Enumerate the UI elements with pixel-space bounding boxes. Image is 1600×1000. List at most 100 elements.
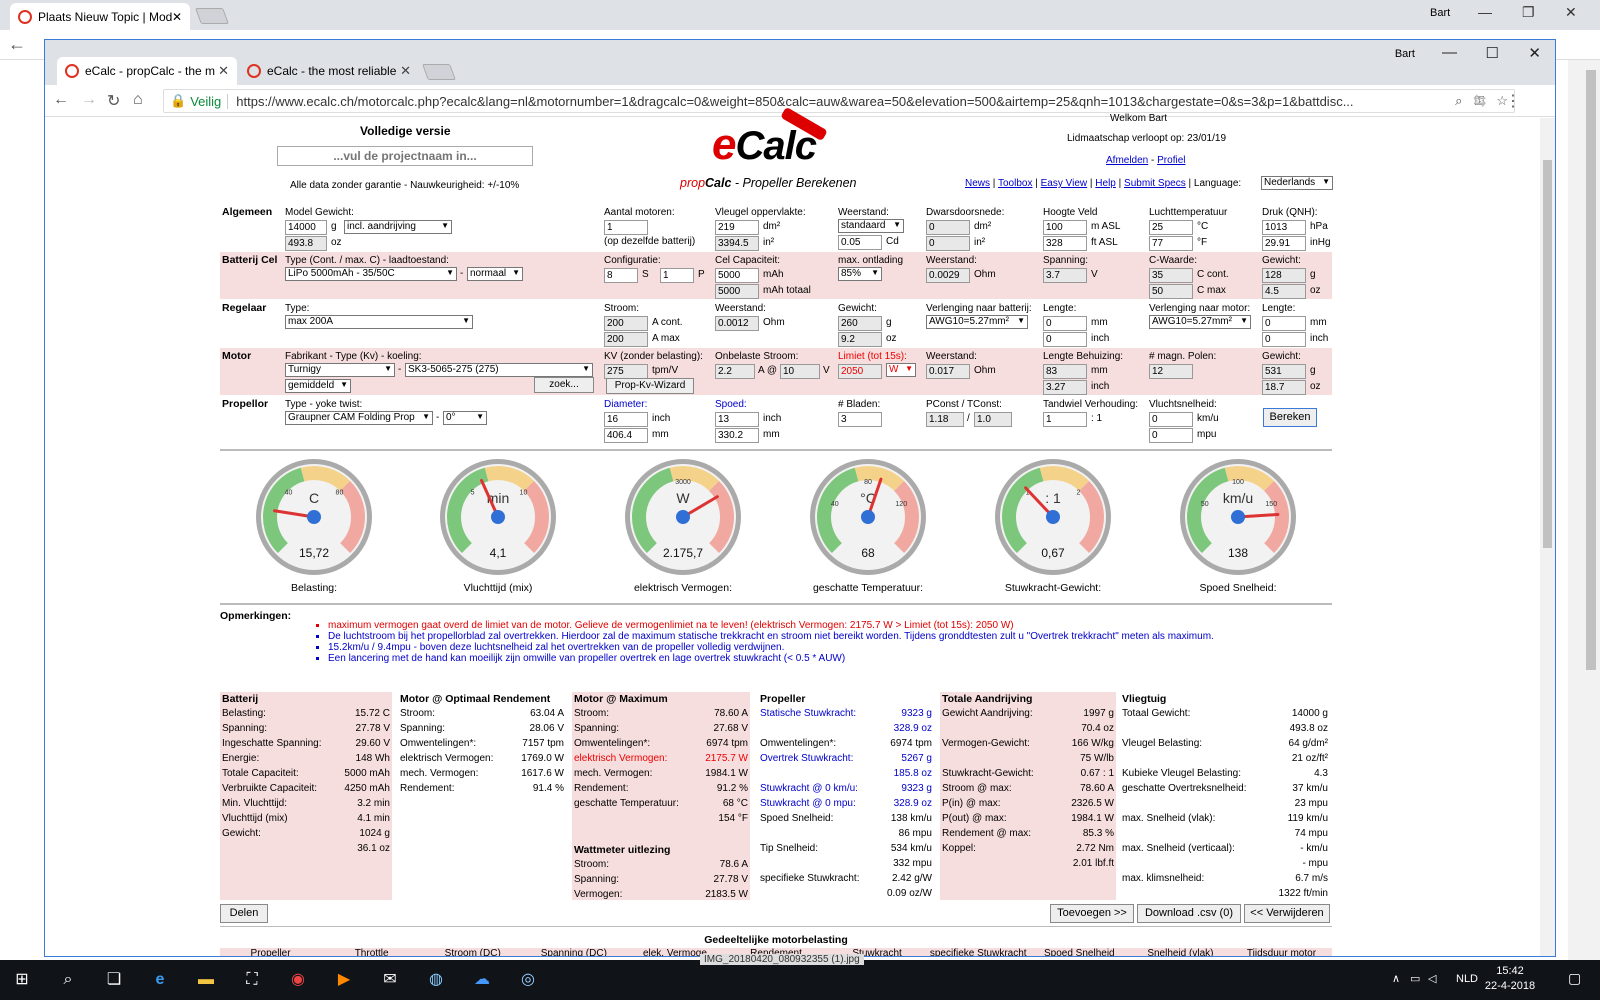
pconst-input[interactable] xyxy=(926,412,964,427)
close-window-icon[interactable]: ✕ xyxy=(1565,4,1577,21)
prop-kv-wizard-button[interactable]: Prop-Kv-Wizard xyxy=(606,378,694,394)
volume-icon[interactable]: ◁ xyxy=(1428,972,1436,985)
edge-icon[interactable]: e xyxy=(148,968,172,992)
clock-time[interactable]: 15:42 xyxy=(1490,965,1530,977)
notifications-icon[interactable]: ▢ xyxy=(1568,970,1581,987)
outer-user-name[interactable]: Bart xyxy=(1430,7,1450,19)
chrome-icon[interactable]: ◉ xyxy=(286,968,310,992)
c-cont-input[interactable] xyxy=(1149,268,1193,283)
zoom-icon[interactable]: ⌕ xyxy=(1455,93,1462,109)
esc-weight-oz[interactable] xyxy=(838,332,882,347)
task-view-icon[interactable]: ❏ xyxy=(102,968,126,992)
pitch-mm-input[interactable] xyxy=(715,428,759,443)
temperature-input[interactable] xyxy=(1149,220,1193,235)
language-select[interactable]: Nederlands xyxy=(1261,176,1333,190)
new-tab-button[interactable] xyxy=(195,8,229,24)
case-length-input[interactable] xyxy=(1043,364,1087,379)
clock-date[interactable]: 22-4-2018 xyxy=(1484,980,1536,992)
extension-icon[interactable]: ⇆ xyxy=(1473,91,1486,111)
close-tab-icon[interactable]: ✕ xyxy=(400,63,411,79)
logout-link[interactable]: Afmelden xyxy=(1106,155,1148,166)
back-arrow-icon[interactable]: ← xyxy=(8,34,26,55)
url-text[interactable]: https://www.ecalc.ch/motorcalc.php?ecalc… xyxy=(236,94,1449,109)
prop-type-select[interactable]: Graupner CAM Folding Prop xyxy=(285,411,433,425)
gear-input[interactable] xyxy=(1043,412,1087,427)
model-weight-oz[interactable] xyxy=(285,236,327,251)
home-icon[interactable]: ⌂ xyxy=(133,91,143,109)
batt-length-in-input[interactable] xyxy=(1043,332,1087,347)
profile-name[interactable]: Bart xyxy=(1395,48,1415,60)
motor-extension-select[interactable]: AWG10=5.27mm² xyxy=(1149,315,1251,329)
tab-ecalc-reliable[interactable]: eCalc - the most reliable ✕ xyxy=(239,57,419,85)
outer-scroll-thumb[interactable] xyxy=(1586,70,1596,670)
network-icon[interactable]: ▭ xyxy=(1410,972,1420,985)
charge-state-select[interactable]: normaal xyxy=(467,267,523,281)
media-player-icon[interactable]: ▶ xyxy=(332,968,356,992)
cross-in-input[interactable] xyxy=(926,236,970,251)
maximize-icon[interactable]: ❐ xyxy=(1522,4,1535,21)
motor-model-select[interactable]: SK3-5065-275 (275) xyxy=(405,363,593,377)
menu-icon[interactable]: ⋮ xyxy=(1505,91,1521,111)
project-name-input[interactable] xyxy=(277,146,533,166)
file-explorer-icon[interactable]: ▬ xyxy=(194,968,218,992)
back-arrow-icon[interactable]: ← xyxy=(53,91,69,109)
esc-max-input[interactable] xyxy=(604,332,648,347)
add-button[interactable]: Toevoegen >> xyxy=(1050,904,1134,923)
store-icon[interactable]: ⛶ xyxy=(240,968,264,992)
mail-icon[interactable]: ✉ xyxy=(378,968,402,992)
cells-s-input[interactable] xyxy=(604,268,638,283)
limit-input[interactable] xyxy=(838,364,882,379)
download-csv-button[interactable]: Download .csv (0) xyxy=(1137,904,1241,923)
diameter-input[interactable] xyxy=(604,412,648,427)
weight-mode-select[interactable]: incl. aandrijving xyxy=(344,220,452,234)
new-tab-button[interactable] xyxy=(422,64,456,80)
discharge-select[interactable]: 85% xyxy=(838,267,882,281)
motors-input[interactable] xyxy=(604,220,648,235)
kv-input[interactable] xyxy=(604,364,648,379)
noload-voltage-input[interactable] xyxy=(780,364,820,379)
nav-easy-view[interactable]: Easy View xyxy=(1041,178,1088,189)
yoke-twist-select[interactable]: 0° xyxy=(443,411,487,425)
share-button[interactable]: Delen xyxy=(220,904,268,923)
minimize-icon[interactable]: — xyxy=(1442,44,1457,61)
case-length-in[interactable] xyxy=(1043,380,1087,395)
altitude-input[interactable] xyxy=(1043,220,1087,235)
search-icon[interactable]: ⌕ xyxy=(56,968,80,992)
temperature-f-input[interactable] xyxy=(1149,236,1193,251)
esc-current-input[interactable] xyxy=(604,316,648,331)
remove-button[interactable]: << Verwijderen xyxy=(1244,904,1330,923)
globe-icon[interactable]: ◍ xyxy=(424,968,448,992)
nav-news[interactable]: News xyxy=(965,178,990,189)
close-icon[interactable]: ✕ xyxy=(172,10,182,24)
windows-start-icon[interactable]: ⊞ xyxy=(10,968,34,992)
tray-chevron-icon[interactable]: ∧ xyxy=(1392,972,1400,985)
airspeed-input[interactable] xyxy=(1149,412,1193,427)
voltage-input[interactable] xyxy=(1043,268,1087,283)
address-bar[interactable]: 🔒 Veilig https://www.ecalc.ch/motorcalc.… xyxy=(163,89,1515,113)
resistance-input[interactable] xyxy=(926,268,970,283)
tconst-input[interactable] xyxy=(974,412,1012,427)
motor-resistance-input[interactable] xyxy=(926,364,970,379)
steam-icon[interactable]: ◎ xyxy=(516,968,540,992)
diameter-mm-input[interactable] xyxy=(604,428,648,443)
reload-icon[interactable]: ↻ xyxy=(107,91,120,111)
page-scroll-thumb[interactable] xyxy=(1543,160,1552,548)
wing-in-input[interactable] xyxy=(715,236,759,251)
minimize-icon[interactable]: — xyxy=(1478,4,1492,20)
esc-type-select[interactable]: max 200A xyxy=(285,315,473,329)
motor-maker-select[interactable]: Turnigy xyxy=(285,363,395,377)
onedrive-icon[interactable]: ☁ xyxy=(470,968,494,992)
noload-current-input[interactable] xyxy=(715,364,755,379)
cell-weight-input[interactable] xyxy=(1262,268,1306,283)
motor-weight-oz[interactable] xyxy=(1262,380,1306,395)
search-button[interactable]: zoek... xyxy=(534,377,594,393)
limit-unit-select[interactable]: W xyxy=(886,363,916,377)
drag-select[interactable]: standaard xyxy=(838,219,904,233)
qnh-input[interactable] xyxy=(1262,220,1306,235)
altitude-ft-input[interactable] xyxy=(1043,236,1087,251)
motor-weight-input[interactable] xyxy=(1262,364,1306,379)
close-window-icon[interactable]: ✕ xyxy=(1528,44,1541,62)
batt-length-input[interactable] xyxy=(1043,316,1087,331)
page-scrollbar[interactable] xyxy=(1540,118,1555,956)
nav-help[interactable]: Help xyxy=(1095,178,1116,189)
